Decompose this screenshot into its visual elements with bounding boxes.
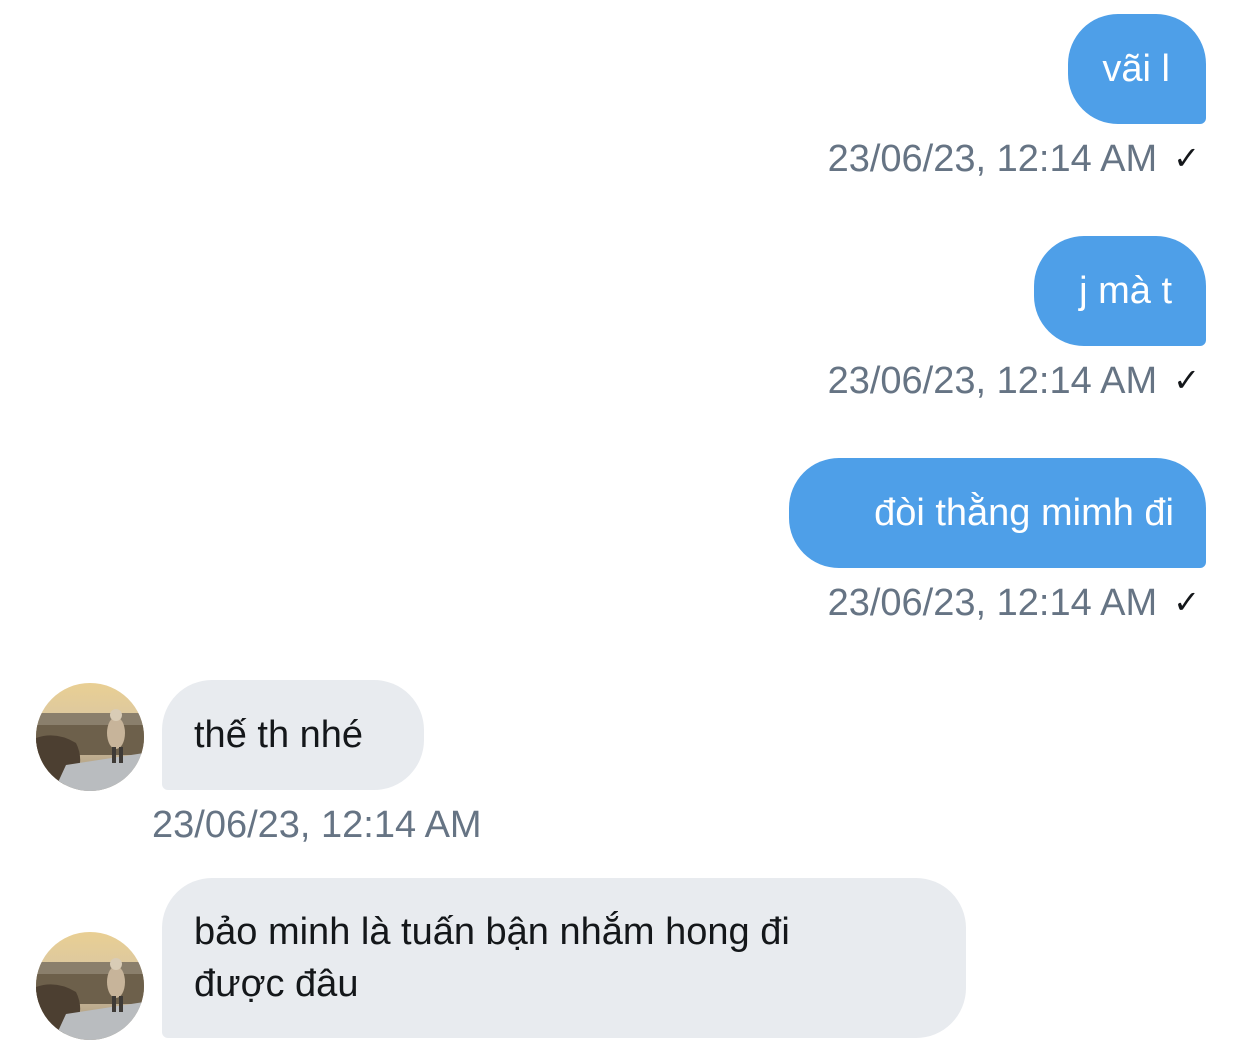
message-bubble-outgoing[interactable]: vãi l [1068, 14, 1206, 124]
avatar[interactable] [36, 683, 144, 791]
message-text: thế th nhé [194, 714, 364, 756]
message-timestamp: 23/06/23, 12:14 AM [152, 804, 482, 846]
message-text-line: được đâu [194, 963, 359, 1005]
message-bubble-incoming[interactable]: thế th nhé [162, 680, 424, 790]
avatar-photo [36, 932, 144, 1040]
avatar-photo [36, 683, 144, 791]
avatar[interactable] [36, 932, 144, 1040]
message-meta: 23/06/23, 12:14 AM ✓ [828, 582, 1200, 625]
check-icon: ✓ [1173, 139, 1200, 177]
message-timestamp: 23/06/23, 12:14 AM [827, 360, 1158, 402]
check-icon: ✓ [1173, 583, 1200, 621]
message-bubble-outgoing[interactable]: đòi thằng mimh đi [789, 458, 1206, 568]
message-text-line: bảo minh là tuấn bận nhắm hong đi [194, 911, 790, 953]
message-text: đòi thằng mimh đi [874, 492, 1174, 534]
message-meta: 23/06/23, 12:14 AM ✓ [828, 360, 1200, 403]
message-timestamp: 23/06/23, 12:14 AM [827, 582, 1158, 624]
message-bubble-outgoing[interactable]: j mà t [1034, 236, 1206, 346]
message-timestamp: 23/06/23, 12:14 AM [827, 138, 1158, 180]
check-icon: ✓ [1173, 361, 1200, 399]
message-meta: 23/06/23, 12:14 AM ✓ [828, 138, 1200, 181]
message-bubble-incoming[interactable]: bảo minh là tuấn bận nhắm hong đi được đ… [162, 878, 966, 1038]
message-text: j mà t [1079, 270, 1172, 312]
message-text: vãi l [1102, 48, 1170, 90]
